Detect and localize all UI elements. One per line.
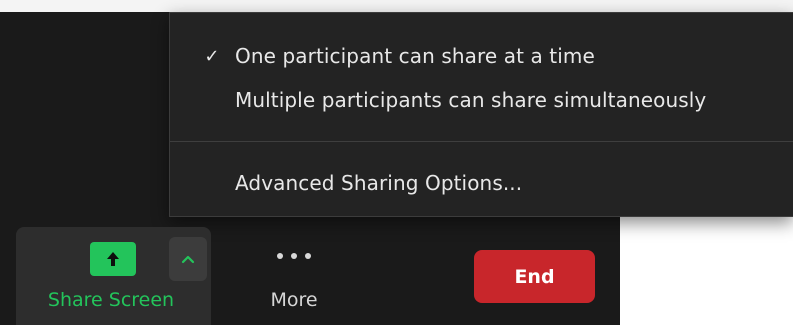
more-button-label[interactable]: More: [254, 289, 334, 311]
meeting-window: ✓ One participant can share at a time Mu…: [0, 0, 793, 325]
checkmark-icon: ✓: [204, 45, 220, 67]
menu-item-multiple-participants-share[interactable]: Multiple participants can share simultan…: [170, 78, 793, 122]
arrow-up-icon: [107, 252, 119, 266]
share-screen-label[interactable]: Share Screen: [16, 289, 206, 311]
menu-item-one-participant-share[interactable]: ✓ One participant can share at a time: [170, 34, 793, 78]
menu-item-label: Multiple participants can share simultan…: [235, 88, 707, 112]
share-options-menu: ✓ One participant can share at a time Mu…: [169, 12, 793, 217]
dot: [277, 253, 283, 259]
share-options-caret-button[interactable]: [169, 237, 207, 281]
menu-item-label: Advanced Sharing Options...: [235, 171, 523, 195]
chevron-up-icon: [181, 255, 195, 264]
end-meeting-button[interactable]: End: [474, 250, 595, 303]
menu-item-label: One participant can share at a time: [235, 44, 595, 68]
window-top-edge: [0, 0, 793, 12]
ellipsis-icon[interactable]: [264, 243, 324, 269]
menu-item-advanced-sharing-options[interactable]: Advanced Sharing Options...: [170, 161, 793, 205]
dot: [291, 253, 297, 259]
share-screen-button[interactable]: [90, 242, 136, 276]
menu-divider: [170, 141, 793, 142]
dot: [305, 253, 311, 259]
